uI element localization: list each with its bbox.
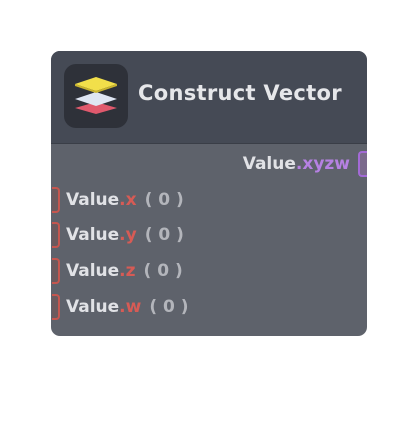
output-port-component: .xyzw — [295, 154, 350, 174]
input-connector-z[interactable] — [52, 258, 60, 284]
input-port-w: Value.w ( 0 ) — [66, 294, 189, 320]
construct-vector-node[interactable]: Construct Vector Value.xyzw Value.x( 0 )… — [51, 51, 367, 336]
input-connector-y[interactable] — [52, 222, 60, 248]
node-header[interactable]: Construct Vector — [51, 51, 367, 144]
input-port-z: Value.z ( 0 ) — [66, 258, 183, 284]
input-port-y: Value.y ( 0 ) — [66, 222, 184, 248]
input-port-default-value[interactable]: ( 0 ) — [145, 190, 184, 210]
input-port-label: Value — [66, 297, 120, 317]
input-port-default-value[interactable]: ( 0 ) — [145, 225, 184, 245]
output-port-xyzw: Value.xyzw — [243, 151, 350, 177]
input-port-component: .w — [119, 297, 142, 317]
input-port-x: Value.x ( 0 ) — [66, 187, 184, 213]
node-title: Construct Vector — [138, 81, 342, 105]
input-port-component: .x — [119, 190, 137, 210]
input-port-default-value[interactable]: ( 0 ) — [144, 261, 183, 281]
layers-stack-icon — [64, 64, 128, 128]
input-connector-w[interactable] — [52, 294, 60, 320]
input-port-label: Value — [66, 225, 120, 245]
input-port-default-value[interactable]: ( 0 ) — [149, 297, 188, 317]
input-port-component: .y — [119, 225, 137, 245]
input-port-label: Value — [66, 261, 120, 281]
input-connector-x[interactable] — [52, 187, 60, 213]
input-port-component: .z — [119, 261, 136, 281]
output-port-label: Value — [242, 154, 296, 174]
input-port-label: Value — [66, 190, 120, 210]
output-connector-xyzw[interactable] — [358, 151, 367, 177]
